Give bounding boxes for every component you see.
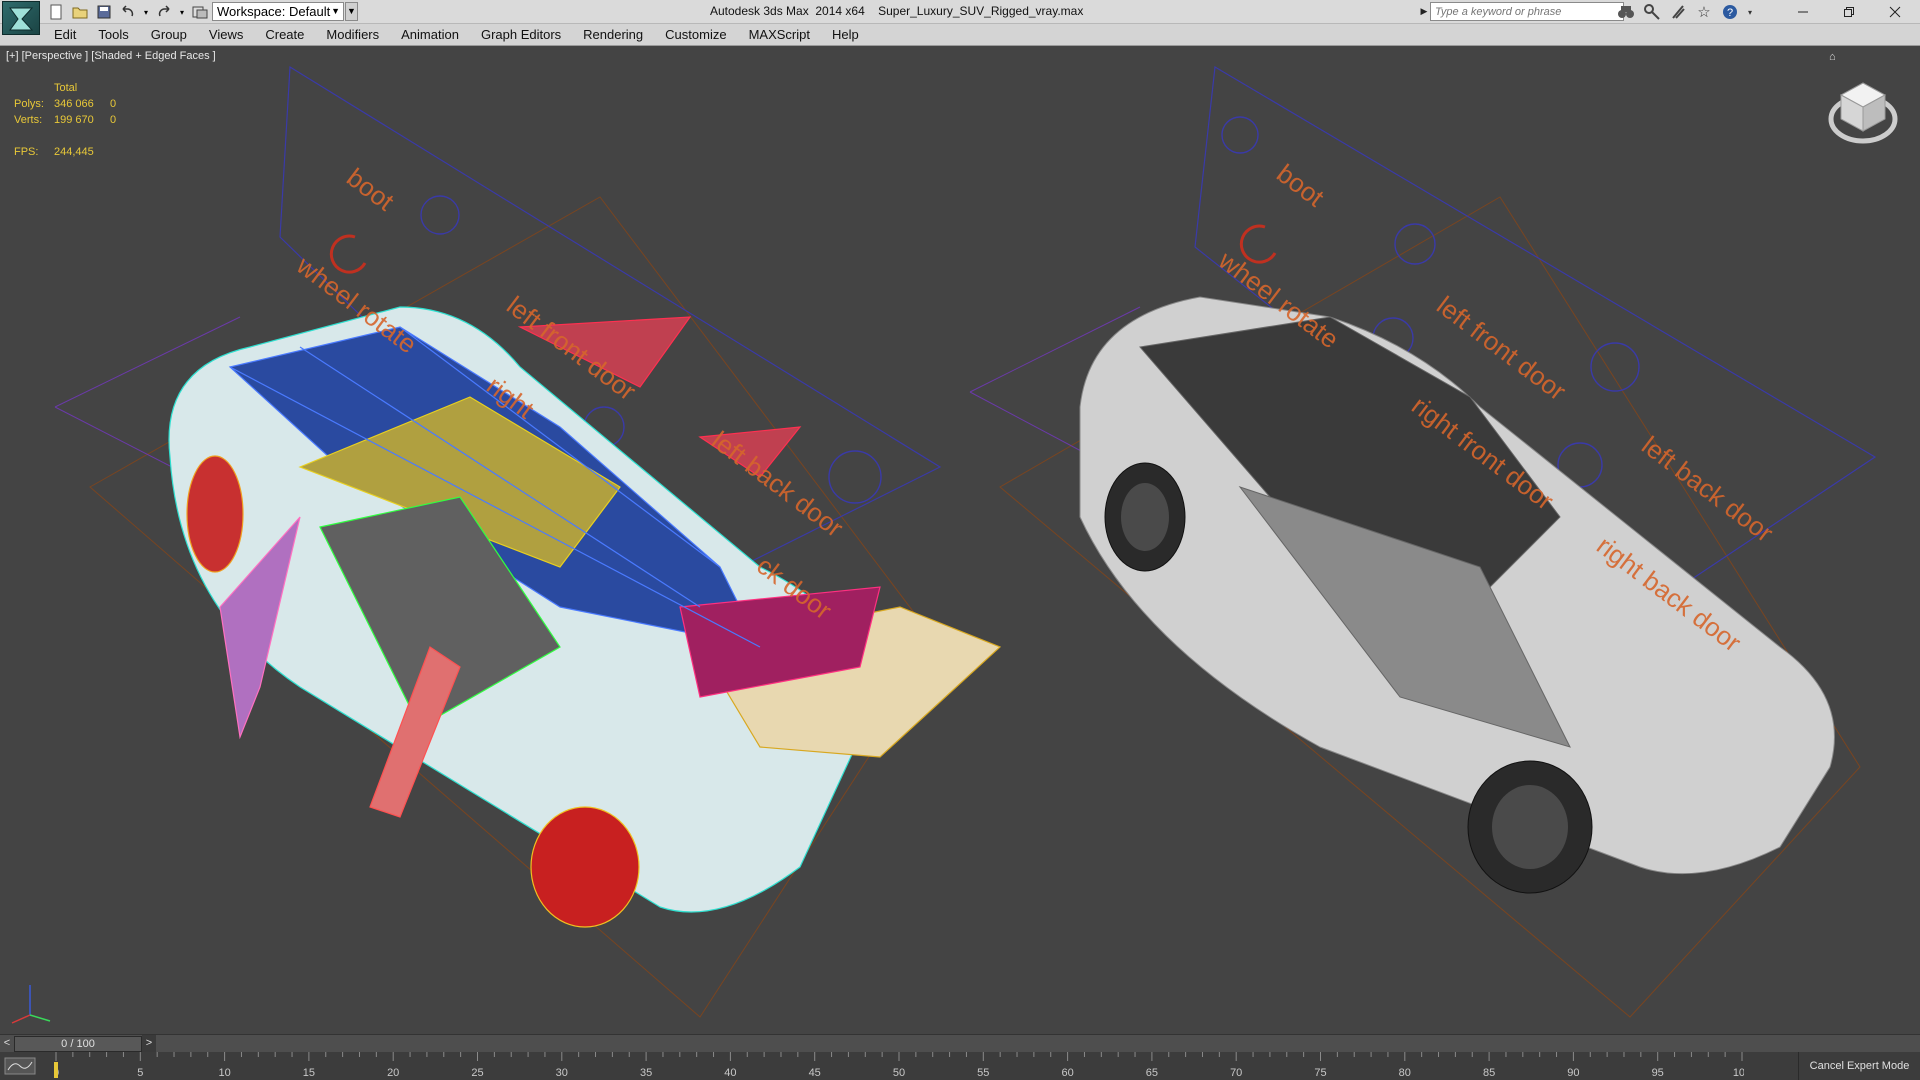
cancel-expert-mode-button[interactable]: Cancel Expert Mode xyxy=(1798,1052,1920,1080)
close-button[interactable] xyxy=(1872,0,1918,24)
restore-button[interactable] xyxy=(1826,0,1872,24)
menu-create[interactable]: Create xyxy=(265,27,304,42)
frame-ruler[interactable]: 0510152025303540455055606570758085909510… xyxy=(54,1052,1744,1080)
search-input[interactable] xyxy=(1430,2,1624,21)
ruler-tick-label: 45 xyxy=(809,1067,821,1079)
menu-animation[interactable]: Animation xyxy=(401,27,459,42)
ruler-tick-label: 50 xyxy=(893,1067,905,1079)
fps-value: 244,445 xyxy=(54,146,94,158)
menu-rendering[interactable]: Rendering xyxy=(583,27,643,42)
rig-control-circle xyxy=(420,195,460,235)
chevron-down-icon: ▼ xyxy=(331,6,340,16)
ruler-tick-label: 85 xyxy=(1483,1067,1495,1079)
infocenter-toolbar: ☆ ? ▾ xyxy=(1616,3,1754,21)
subscription-key-icon[interactable] xyxy=(1642,3,1662,21)
workspace-dropdown[interactable]: Workspace: Default ▼ xyxy=(212,2,344,21)
open-file-icon[interactable] xyxy=(70,3,90,21)
menu-tools[interactable]: Tools xyxy=(98,27,128,42)
menu-edit[interactable]: Edit xyxy=(54,27,76,42)
workspace-label: Workspace: Default xyxy=(217,4,331,19)
rig-control-circle xyxy=(1394,223,1436,265)
ruler-tick-label: 55 xyxy=(977,1067,989,1079)
ruler-tick-label: 10 xyxy=(218,1067,230,1079)
menu-modifiers[interactable]: Modifiers xyxy=(326,27,379,42)
rig-control-circle xyxy=(1221,116,1259,154)
ruler-tick-label: 40 xyxy=(724,1067,736,1079)
undo-icon[interactable] xyxy=(118,3,138,21)
ruler-tick-label: 70 xyxy=(1230,1067,1242,1079)
ruler-tick-label: 35 xyxy=(640,1067,652,1079)
ruler-tick-label: 5 xyxy=(137,1067,143,1079)
menu-group[interactable]: Group xyxy=(151,27,187,42)
project-folder-icon[interactable] xyxy=(190,3,210,21)
polys-value: 346 066 xyxy=(54,98,94,110)
rig-control-circle xyxy=(828,450,882,504)
rig-control-circle xyxy=(1590,342,1640,392)
perspective-viewport[interactable]: boot wheel rotate left front door right … xyxy=(0,47,1920,1034)
ruler-tick-label: 15 xyxy=(303,1067,315,1079)
car-wireframe xyxy=(168,306,1002,928)
previous-frame-icon[interactable]: < xyxy=(0,1035,14,1053)
time-slider[interactable]: < 0 / 100 > xyxy=(0,1034,1920,1053)
fps-label: FPS: xyxy=(14,146,39,158)
mini-curve-editor-icon[interactable] xyxy=(4,1056,40,1076)
binoculars-icon[interactable] xyxy=(1616,3,1636,21)
wheel-rotate-arrow xyxy=(329,234,367,274)
next-frame-icon[interactable]: > xyxy=(142,1035,156,1053)
menu-maxscript[interactable]: MAXScript xyxy=(749,27,810,42)
menu-customize[interactable]: Customize xyxy=(665,27,726,42)
undo-dropdown-icon[interactable]: ▾ xyxy=(142,3,150,21)
menu-help[interactable]: Help xyxy=(832,27,859,42)
ruler-tick-label: 100 xyxy=(1733,1067,1744,1079)
3dsmax-logo-icon xyxy=(9,7,34,31)
help-dropdown-icon[interactable]: ▾ xyxy=(1746,3,1754,21)
verts-value: 199 670 xyxy=(54,114,94,126)
ruler-tick-label: 65 xyxy=(1146,1067,1158,1079)
trackbar[interactable]: 0510152025303540455055606570758085909510… xyxy=(0,1052,1920,1080)
app-menu-button[interactable] xyxy=(2,1,40,35)
ruler-tick-label: 25 xyxy=(471,1067,483,1079)
polys-selected: 0 xyxy=(110,98,117,110)
viewport-statistics: Total Polys: 346 066 0 Verts: 199 670 0 FPS:… xyxy=(14,80,116,160)
viewport-label-menu[interactable]: [+] [Perspective ] [Shaded + Edged Faces… xyxy=(6,50,216,62)
menu-views[interactable]: Views xyxy=(209,27,243,42)
infocenter-search: ▶ xyxy=(1418,2,1624,21)
window-title: Autodesk 3ds Max 2014 x64 Super_Luxury_S… xyxy=(710,4,1084,18)
redo-icon[interactable] xyxy=(154,3,174,21)
save-file-icon[interactable] xyxy=(94,3,114,21)
favorites-star-icon[interactable]: ☆ xyxy=(1694,3,1714,21)
ruler-tick-label: 60 xyxy=(1061,1067,1073,1079)
menu-graph-editors[interactable]: Graph Editors xyxy=(481,27,561,42)
ruler-tick-label: 95 xyxy=(1652,1067,1664,1079)
search-expand-icon[interactable]: ▶ xyxy=(1418,2,1430,21)
time-slider-thumb[interactable]: 0 / 100 xyxy=(14,1036,142,1052)
help-icon[interactable]: ? xyxy=(1720,3,1740,21)
axis-tripod-icon xyxy=(11,985,51,1024)
ruler-tick-label: 20 xyxy=(387,1067,399,1079)
verts-selected: 0 xyxy=(110,114,117,126)
ruler-tick-label: 75 xyxy=(1314,1067,1326,1079)
customize-toolbar-button[interactable]: ▼ xyxy=(345,2,358,21)
scene-render xyxy=(54,65,1877,1018)
viewcube-home-icon[interactable]: ⌂ xyxy=(1829,51,1836,63)
quick-access-toolbar: ▾ ▾ xyxy=(46,3,210,21)
car-shaded xyxy=(1079,296,1835,894)
redo-dropdown-icon[interactable]: ▾ xyxy=(178,3,186,21)
current-frame-marker xyxy=(54,1062,58,1078)
title-bar: ▾ ▾ Workspace: Default ▼ ▼ Autodesk 3ds … xyxy=(0,0,1920,35)
communication-center-icon[interactable] xyxy=(1668,3,1688,21)
ruler-tick-label: 80 xyxy=(1399,1067,1411,1079)
minimize-button[interactable] xyxy=(1780,0,1826,24)
verts-label: Verts: xyxy=(14,114,43,126)
ruler-tick-label: 90 xyxy=(1567,1067,1579,1079)
stats-header: Total xyxy=(54,82,78,94)
svg-text:?: ? xyxy=(1727,7,1733,19)
ruler-tick-label: 30 xyxy=(556,1067,568,1079)
menu-bar: Edit Tools Group Views Create Modifiers … xyxy=(0,24,1920,46)
polys-label: Polys: xyxy=(14,98,44,110)
new-file-icon[interactable] xyxy=(46,3,66,21)
viewcube-icon[interactable] xyxy=(1827,75,1899,147)
